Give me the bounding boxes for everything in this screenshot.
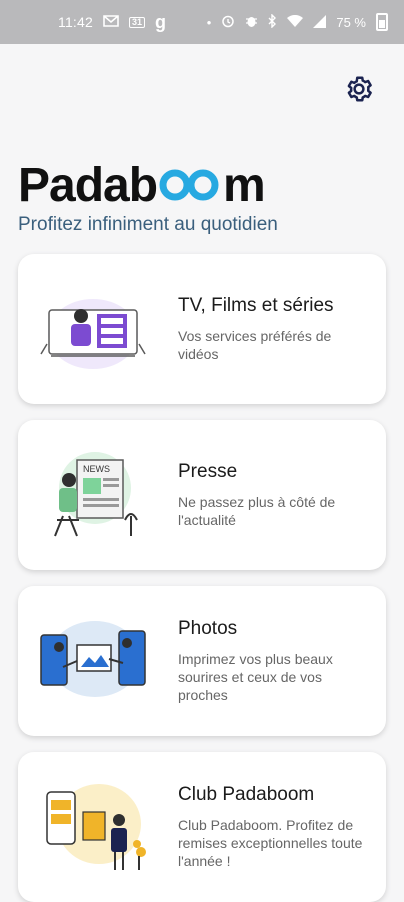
battery-icon (376, 13, 388, 31)
card-text: Club Padaboom Club Padaboom. Profitez de… (168, 784, 386, 870)
card-club-padaboom[interactable]: Club Padaboom Club Padaboom. Profitez de… (18, 752, 386, 902)
card-title: Photos (178, 618, 238, 639)
card-description: Imprimez vos plus beaux sourires et ceux… (178, 651, 333, 703)
video-illustration (18, 264, 168, 394)
card-title: Presse (178, 461, 238, 482)
status-bar-right: • 75 % (207, 13, 388, 31)
card-photos[interactable]: Photos Imprimez vos plus beaux sourires … (18, 586, 386, 736)
signal-icon (313, 14, 327, 30)
wifi-icon (287, 14, 304, 29)
status-time: 11:42 (58, 14, 93, 30)
gmail-icon (103, 15, 119, 29)
logo-text-right: m (223, 159, 266, 212)
app-header: Padab m Profitez infiniment au quotidien (0, 44, 404, 254)
card-title: Club Padaboom (178, 784, 315, 805)
logo-infinity-icon (159, 165, 221, 201)
card-description: Club Padaboom. Profitez de remises excep… (178, 817, 363, 869)
svg-text:NEWS: NEWS (83, 464, 110, 474)
card-title: TV, Films et séries (178, 295, 334, 316)
services-list: TV, Films et séries Vos services préféré… (18, 254, 386, 902)
settings-gear-icon[interactable] (342, 72, 376, 106)
card-text: TV, Films et séries Vos services préféré… (168, 295, 386, 363)
card-description: Vos services préférés de vidéos (178, 328, 332, 362)
newspaper-illustration: NEWS (18, 430, 168, 560)
status-bar: 11:42 31 g • 75 % (0, 0, 404, 44)
status-bar-left: 11:42 31 g (58, 13, 166, 31)
bluetooth-icon (268, 13, 277, 30)
tagline: Profitez infiniment au quotidien (18, 214, 278, 235)
battery-text: 75 % (336, 14, 366, 30)
logo-text-left: Padab (18, 159, 158, 212)
photos-illustration (18, 596, 168, 726)
card-tv-films-series[interactable]: TV, Films et séries Vos services préféré… (18, 254, 386, 404)
shopping-illustration (18, 762, 168, 892)
card-presse[interactable]: NEWS Presse Ne passez plus à côté de l'a… (18, 420, 386, 570)
card-text: Presse Ne passez plus à côté de l'actual… (168, 461, 386, 529)
padaboom-logo: Padab m (18, 158, 266, 213)
calendar-icon: 31 (129, 16, 146, 28)
card-text: Photos Imprimez vos plus beaux sourires … (168, 618, 386, 704)
bug-icon (245, 14, 258, 30)
alarm-icon (221, 14, 235, 30)
g-icon: g (155, 12, 167, 32)
dot-icon: • (206, 14, 212, 30)
card-description: Ne passez plus à côté de l'actualité (178, 494, 336, 528)
